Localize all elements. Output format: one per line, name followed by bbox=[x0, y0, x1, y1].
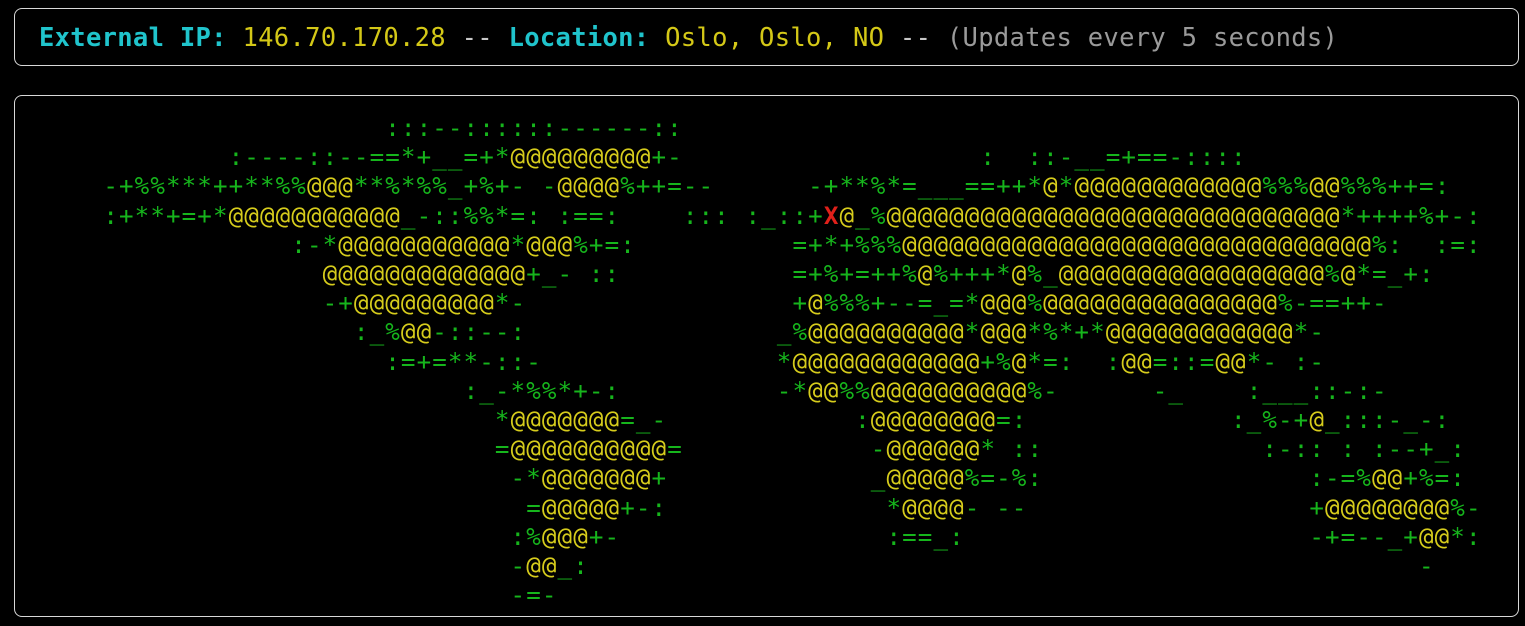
map-row: :%@@@+- :==_: -+=--_+@@*: bbox=[510, 522, 1482, 551]
separator: -- bbox=[461, 23, 493, 53]
map-row: -=- bbox=[510, 581, 558, 610]
location-value: Oslo, Oslo, NO bbox=[665, 23, 885, 53]
map-row: :=+=**-::- *@@@@@@@@@@@@+%@*=: :@@=::=@@… bbox=[385, 347, 1326, 376]
map-row: :+**+=+*@@@@@@@@@@@_-::%%*=: :==: ::: :_… bbox=[103, 201, 1482, 230]
ip-label: External IP: bbox=[39, 23, 227, 53]
ascii-world-map: :::--::::::------:: :----::--==*+__=+*@@… bbox=[72, 114, 1482, 610]
map-row: =@@@@@+-: *@@@@- -- +@@@@@@@@%- bbox=[526, 493, 1482, 522]
separator-2: -- bbox=[899, 23, 932, 53]
map-row: :::--::::::------:: bbox=[385, 114, 683, 142]
map-row: *@@@@@@@=_- :@@@@@@@@=: :_%-+@_:::-_-: bbox=[494, 406, 1451, 435]
map-row: -+%%***++**%%@@@**%*%%_+%+- -@@@@%++=-- … bbox=[103, 172, 1451, 201]
map-row: :----::--==*+__=+*@@@@@@@@@+- : ::-__=+=… bbox=[228, 143, 1247, 172]
location-label: Location: bbox=[508, 23, 650, 53]
location-marker: X bbox=[823, 201, 840, 230]
map-row: -@@_: - bbox=[510, 552, 1435, 581]
ip-value: 146.70.170.28 bbox=[242, 23, 446, 53]
map-row: :-*@@@@@@@@@@@*@@@%+=: =+*+%%%@@@@@@@@@@… bbox=[291, 230, 1482, 259]
status-panel: External IP: 146.70.170.28 -- Location: … bbox=[14, 8, 1519, 66]
map-row: =@@@@@@@@@@= -@@@@@@* :: :-:: : :--+_: bbox=[494, 435, 1466, 464]
map-row: :_-*%%*+-: -*@@%%@@@@@@@@@@%- -_ :___::-… bbox=[463, 376, 1388, 405]
map-row: :_%@@-::--: _%@@@@@@@@@@*@@@*%*+*@@@@@@@… bbox=[353, 318, 1326, 347]
map-row: @@@@@@@@@@@@@+_- :: =+%+=++%@%+++*@%_@@@… bbox=[322, 260, 1435, 289]
status-line: External IP: 146.70.170.28 -- Location: … bbox=[39, 22, 1338, 54]
map-row: -*@@@@@@@+ _@@@@@%=-%: :-=%@@+%=: bbox=[510, 464, 1466, 493]
map-row: -+@@@@@@@@@*- +@%%%+--=_=*@@@%@@@@@@@@@@… bbox=[322, 289, 1388, 318]
update-note: (Updates every 5 seconds) bbox=[946, 23, 1339, 53]
